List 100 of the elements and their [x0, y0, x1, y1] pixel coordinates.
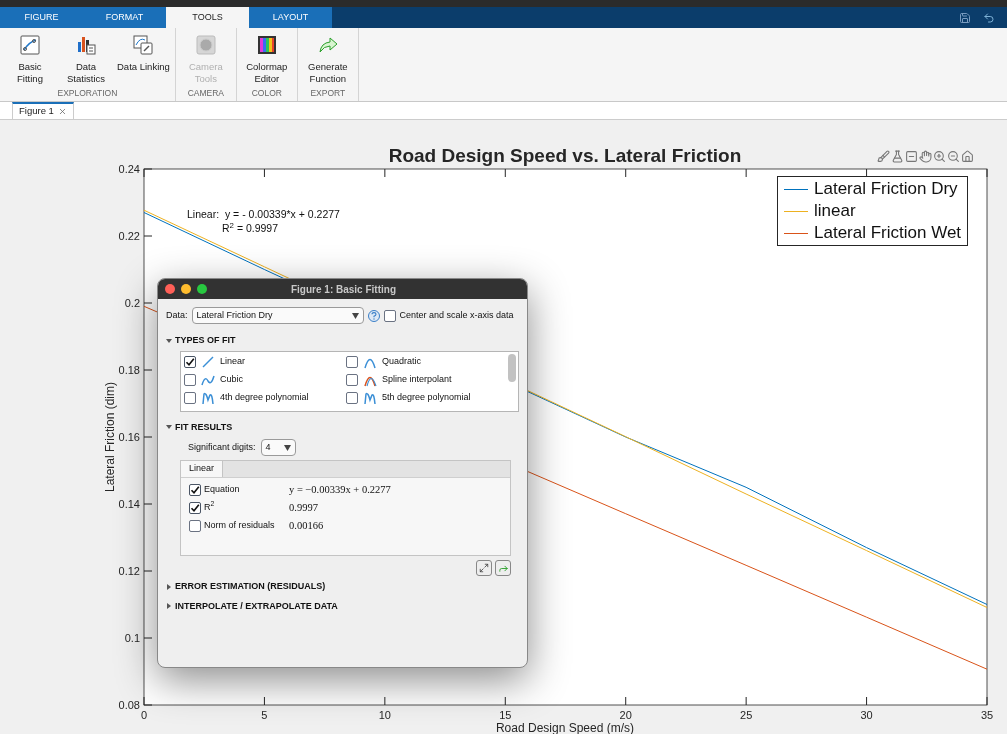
- fit-type-label: 4th degree polynomial: [220, 390, 309, 404]
- section-header[interactable]: FIT RESULTS: [175, 420, 233, 434]
- results-tab[interactable]: Linear: [181, 461, 224, 477]
- caret-icon: [283, 444, 291, 451]
- tick-label: 0.22: [118, 230, 140, 242]
- tick-label: 35: [980, 709, 994, 721]
- bar-chart-list-icon: [75, 34, 97, 56]
- expand-button[interactable]: [476, 560, 492, 576]
- checkbox[interactable]: [346, 355, 358, 368]
- checkbox[interactable]: [346, 373, 358, 386]
- legend-label: Lateral Friction Dry: [814, 178, 958, 201]
- legend-label: Lateral Friction Wet: [814, 222, 962, 245]
- fit-type-label: Quadratic: [382, 354, 422, 368]
- export-button[interactable]: [495, 560, 511, 576]
- tick-label: 0.16: [118, 431, 140, 443]
- linked-chart-icon: [132, 34, 155, 56]
- checkbox[interactable]: [383, 309, 396, 322]
- home-icon[interactable]: [961, 150, 974, 163]
- tick-label: 15: [499, 709, 512, 721]
- camera-icon: [194, 34, 217, 56]
- expand-icon: [479, 563, 489, 573]
- curve-fit-icon: [19, 34, 41, 56]
- group-label: CAMERA: [186, 87, 225, 101]
- result-label: Equation: [204, 482, 240, 496]
- tick-label: 0.14: [118, 498, 140, 510]
- tick-label: 0.12: [118, 565, 140, 577]
- line-icon: [201, 354, 215, 369]
- fit-annotation: Linear: y = - 0.00339*x + 0.2277: [187, 207, 340, 221]
- checkbox[interactable]: [189, 483, 201, 496]
- ribbon-button[interactable]: Data Statistics: [58, 34, 114, 88]
- flask-icon[interactable]: [891, 150, 904, 163]
- document-tab[interactable]: Figure 1: [12, 102, 74, 119]
- colormap-icon: [255, 34, 278, 56]
- checkbox[interactable]: [184, 355, 196, 368]
- toolstrip-tab[interactable]: FIGURE: [0, 7, 83, 28]
- polynomial-curve-icon: [363, 390, 377, 405]
- checkbox[interactable]: [346, 391, 358, 404]
- section-header[interactable]: ERROR ESTIMATION (RESIDUALS): [175, 580, 326, 594]
- toolstrip-tab[interactable]: FORMAT: [83, 7, 166, 28]
- save-icon[interactable]: [959, 11, 971, 24]
- ribbon-button[interactable]: Generate Function: [299, 34, 356, 88]
- hand-icon[interactable]: [919, 150, 932, 163]
- axis-label: Road Design Speed (m/s): [495, 721, 635, 734]
- collapsed-triangle-icon[interactable]: [166, 603, 172, 610]
- tick-label: 20: [619, 709, 632, 721]
- scrollbar[interactable]: [508, 353, 516, 382]
- checkbox[interactable]: [184, 391, 196, 404]
- field-label: Significant digits:: [188, 440, 256, 454]
- data-dropdown[interactable]: Lateral Friction Dry: [191, 307, 364, 324]
- ribbon-button[interactable]: Data Linking: [114, 34, 173, 88]
- tick-label: 0.08: [118, 699, 140, 711]
- dialog-title: Figure 1: Basic Fitting: [290, 282, 397, 297]
- fit-type-label: Spline interpolant: [382, 372, 452, 386]
- section-header[interactable]: INTERPOLATE / EXTRAPOLATE DATA: [175, 599, 338, 613]
- result-value: 0.00166: [289, 518, 324, 533]
- tick-label: 10: [378, 709, 391, 721]
- caret-icon: [351, 312, 359, 319]
- legend-label: linear: [814, 200, 856, 223]
- close-icon[interactable]: [57, 107, 67, 116]
- expanded-triangle-icon[interactable]: [166, 424, 172, 431]
- tick-label: 30: [860, 709, 873, 721]
- tick-label: 0: [140, 709, 148, 721]
- ribbon-button[interactable]: Colormap Editor: [238, 34, 295, 88]
- collapsed-triangle-icon[interactable]: [166, 583, 172, 590]
- toolstrip-tab[interactable]: LAYOUT: [249, 7, 332, 28]
- field-label: Data:: [166, 308, 188, 322]
- checkbox[interactable]: [184, 373, 196, 386]
- polynomial-curve-icon: [201, 390, 215, 405]
- chart-title: Road Design Speed vs. Lateral Friction: [388, 145, 742, 166]
- checkbox[interactable]: [189, 519, 201, 532]
- checkbox[interactable]: [189, 501, 201, 514]
- tick-label: 25: [740, 709, 753, 721]
- section-header[interactable]: TYPES OF FIT: [175, 334, 236, 348]
- zoom-out-icon[interactable]: [947, 150, 960, 163]
- toolstrip-tab[interactable]: TOOLS: [166, 7, 249, 28]
- brush-icon[interactable]: [877, 150, 890, 163]
- fit-type-label: Linear: [220, 354, 246, 368]
- expanded-triangle-icon[interactable]: [166, 337, 172, 344]
- tick-label: 0.2: [124, 297, 140, 309]
- zoom-in-icon[interactable]: [933, 150, 946, 163]
- group-label: EXPLORATION: [56, 87, 119, 101]
- minus-box-icon[interactable]: [905, 150, 918, 163]
- result-label: R$^{2}$: [204, 500, 215, 514]
- tick-label: 0.1: [124, 632, 140, 644]
- fit-type-label: 5th degree polynomial: [382, 390, 471, 404]
- result-value: 0.9997: [289, 500, 318, 515]
- fit-type-label: Cubic: [220, 372, 243, 386]
- result-label: Norm of residuals: [204, 518, 275, 532]
- result-value: y = −0.00339x + 0.2277: [289, 482, 391, 497]
- undo-icon[interactable]: [983, 11, 995, 24]
- help-icon[interactable]: [367, 309, 380, 322]
- digits-dropdown[interactable]: 4: [260, 439, 296, 456]
- group-label: COLOR: [250, 87, 283, 101]
- fit-annotation: R$^{2}$ = 0.9997: [222, 221, 280, 235]
- tick-label: 0.24: [118, 163, 140, 175]
- group-label: EXPORT: [309, 87, 347, 101]
- tick-label: 0.18: [118, 364, 140, 376]
- ribbon-button[interactable]: Basic Fitting: [2, 34, 58, 88]
- checkbox-label: Center and scale x-axis data: [399, 308, 514, 322]
- axis-label: Lateral Friction (dim): [103, 382, 117, 492]
